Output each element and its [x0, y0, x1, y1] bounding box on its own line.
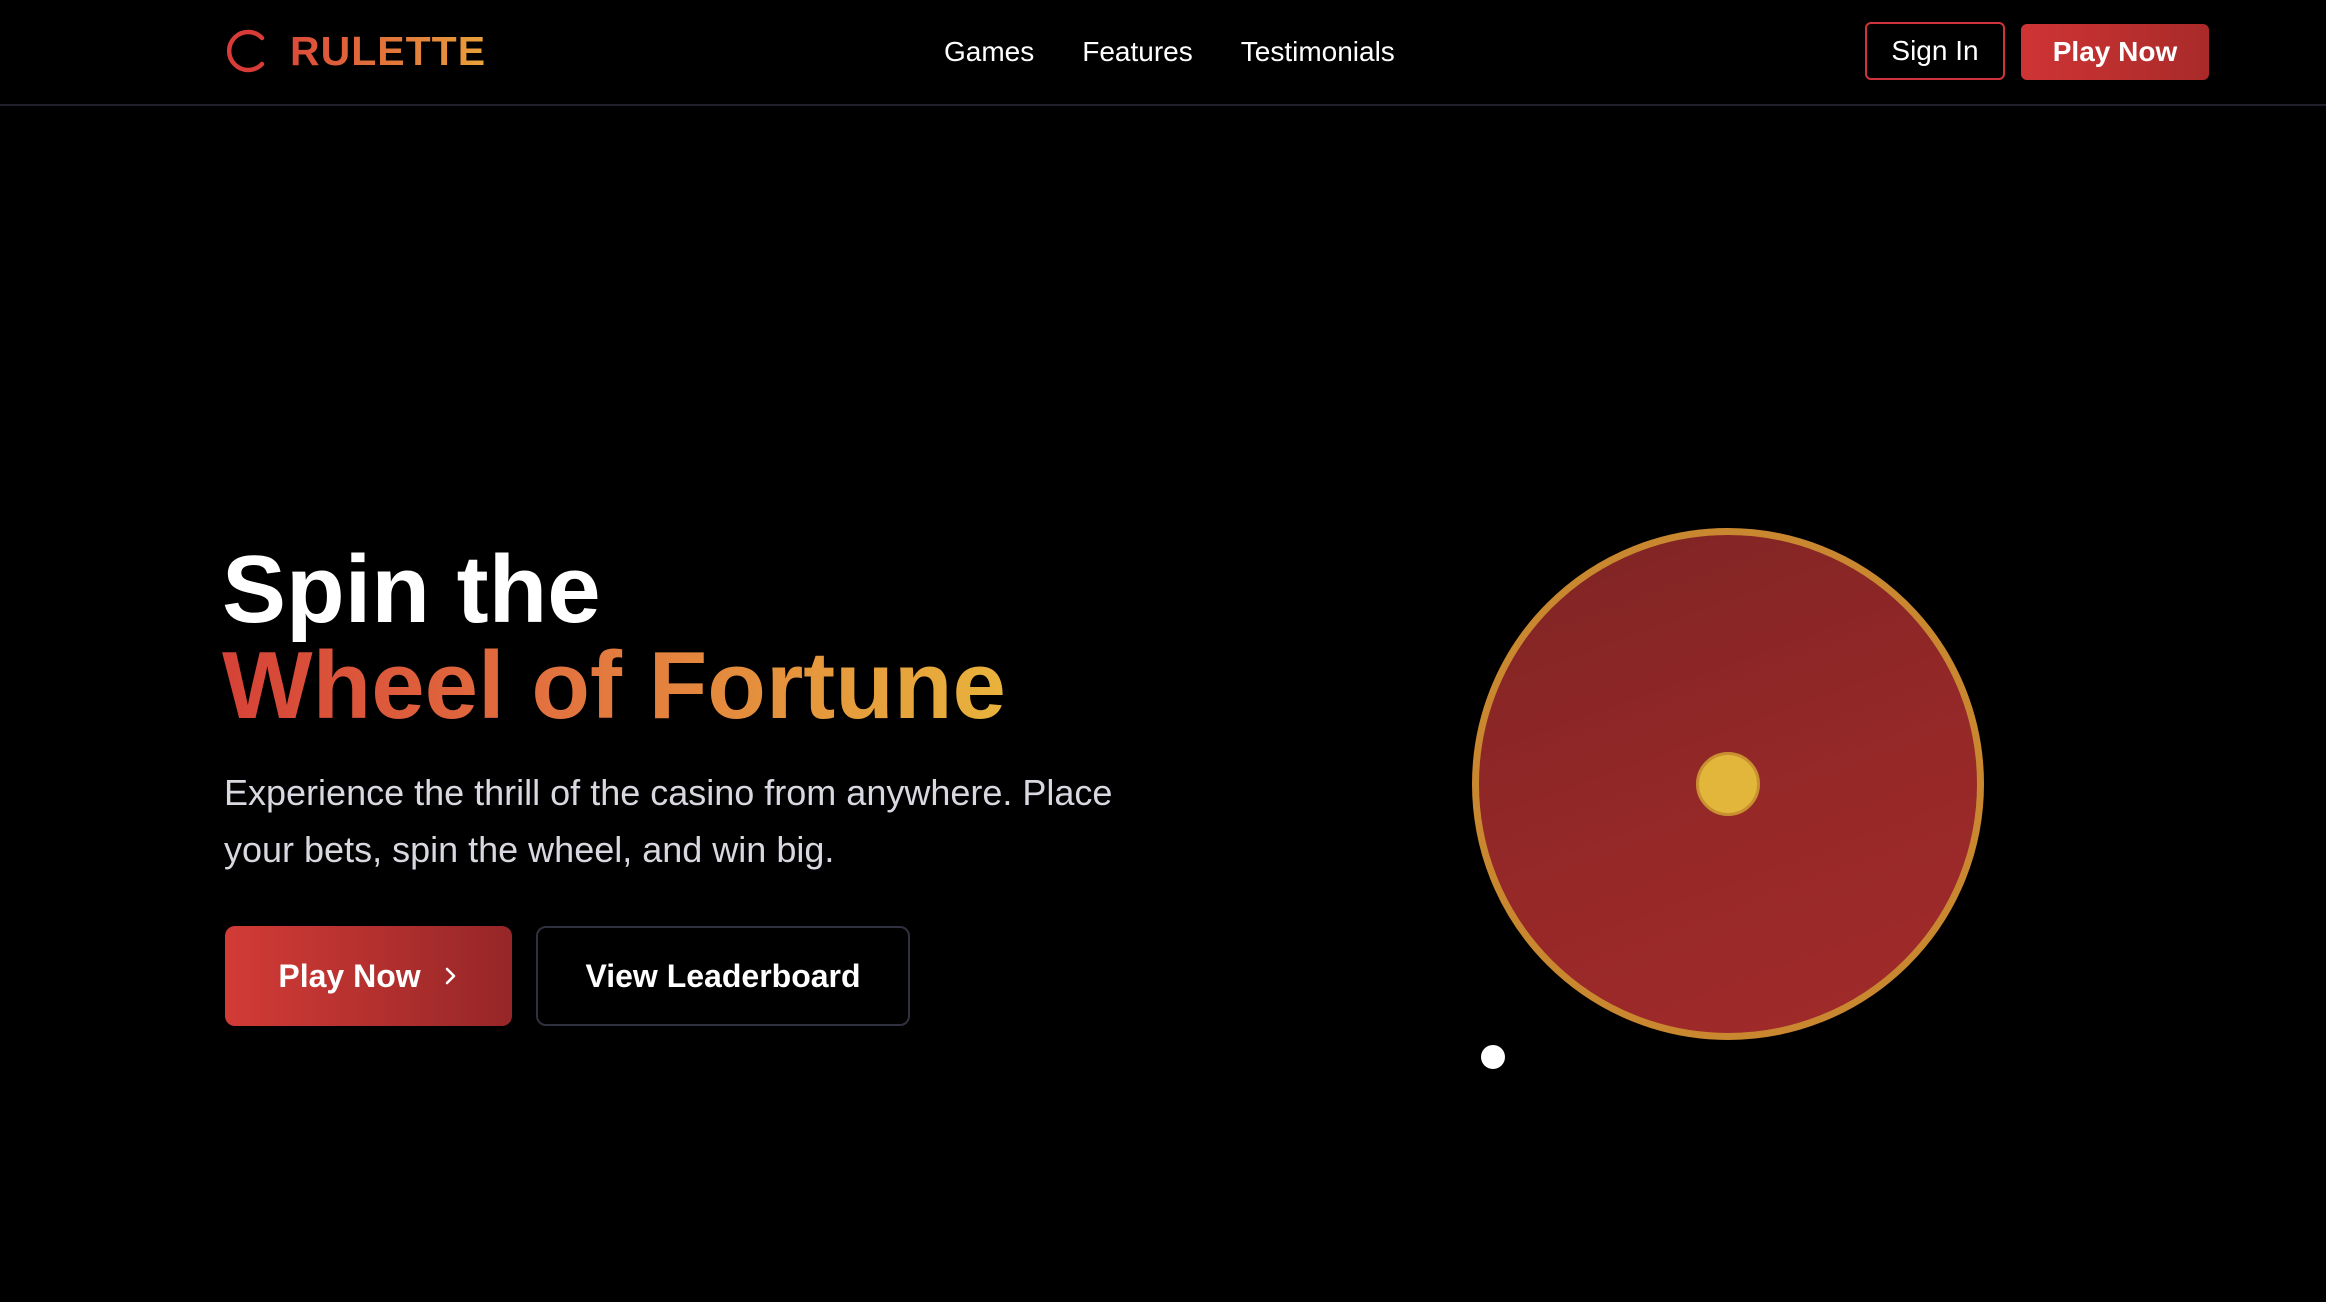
landing-page: RULETTE Games Features Testimonials Sign…: [0, 0, 2326, 1302]
roulette-wheel: [1472, 528, 1984, 1040]
hero-subtitle: Experience the thrill of the casino from…: [224, 772, 1113, 870]
nav-link-testimonials[interactable]: Testimonials: [1241, 30, 1395, 74]
site-header: RULETTE Games Features Testimonials Sign…: [0, 0, 2326, 106]
header-play-now-button[interactable]: Play Now: [2021, 24, 2209, 80]
hero-play-now-button[interactable]: Play Now: [225, 926, 512, 1026]
roulette-ball: [1481, 1045, 1505, 1069]
chevron-right-icon: [445, 967, 455, 985]
brand-name: RULETTE: [290, 28, 487, 74]
wheel-center-hub: [1696, 752, 1760, 816]
hero-title-line1: Spin the: [222, 536, 601, 643]
view-leaderboard-button[interactable]: View Leaderboard: [536, 926, 910, 1026]
sign-in-button[interactable]: Sign In: [1865, 22, 2005, 80]
circle-arc-icon: [226, 29, 265, 73]
hero-title-line2: Wheel of Fortune: [222, 632, 1006, 739]
brand-logo[interactable]: RULETTE: [224, 26, 486, 76]
nav-link-features[interactable]: Features: [1082, 30, 1193, 74]
nav-link-games[interactable]: Games: [944, 30, 1034, 74]
hero-play-now-label: Play Now: [278, 957, 421, 994]
main-nav: Games Features Testimonials: [944, 30, 1395, 74]
